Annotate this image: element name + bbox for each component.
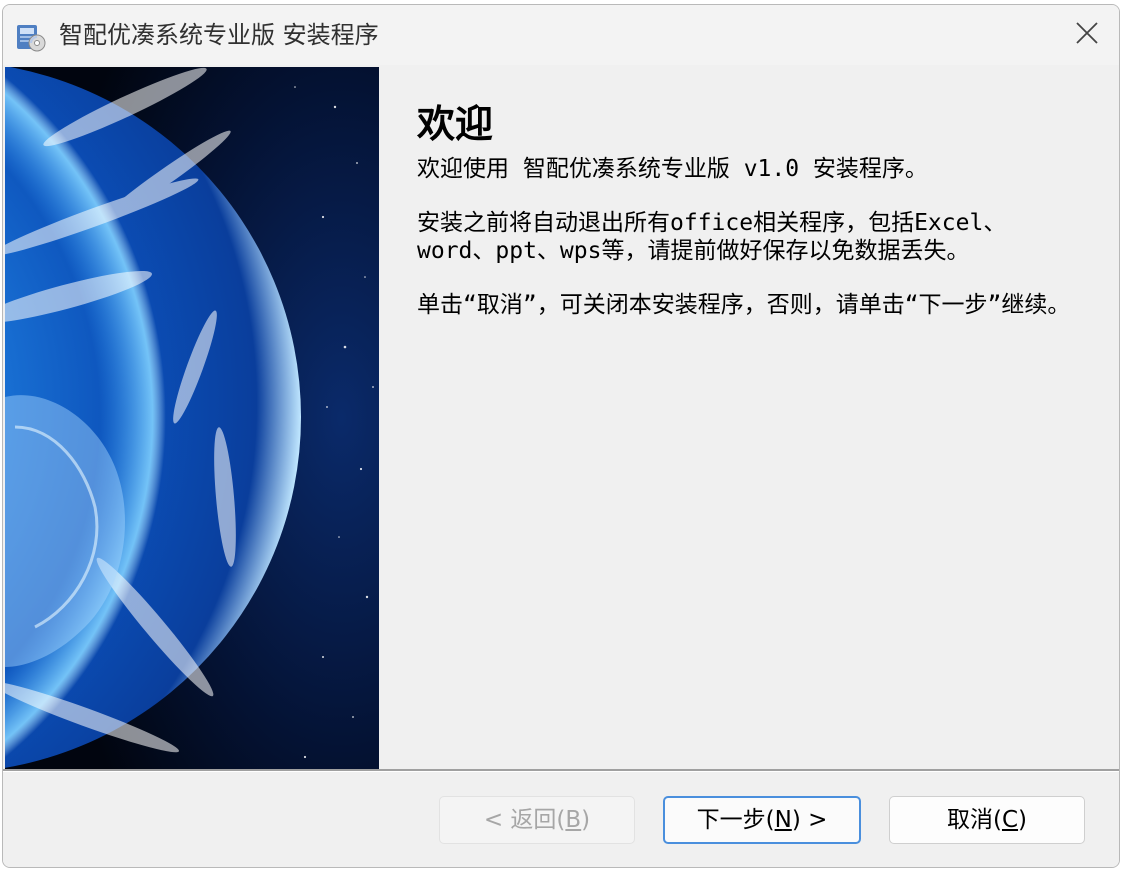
earth-illustration (5, 67, 379, 769)
content-panel: 欢迎 欢迎使用 智配优凑系统专业版 v1.0 安装程序。 安装之前将自动退出所有… (379, 67, 1119, 769)
instruction-text: 单击“取消”，可关闭本安装程序，否则，请单击“下一步”继续。 (417, 292, 1071, 318)
window-title: 智配优凑系统专业版 安装程序 (59, 21, 379, 49)
welcome-text: 欢迎使用 智配优凑系统专业版 v1.0 安装程序。 (417, 156, 928, 182)
welcome-heading: 欢迎 (417, 101, 494, 146)
next-button[interactable]: 下一步(N) > (663, 796, 861, 844)
close-icon (1074, 20, 1100, 50)
back-button[interactable]: < 返回(B) (439, 796, 635, 844)
close-button[interactable] (1055, 5, 1119, 65)
office-warning-text: 安装之前将自动退出所有office相关程序，包括Excel、word、ppt、w… (417, 210, 1007, 264)
installer-icon (15, 21, 47, 53)
title-bar[interactable]: 智配优凑系统专业版 安装程序 (3, 5, 1119, 65)
button-bar: < 返回(B) 下一步(N) > 取消(C) (3, 772, 1119, 867)
cancel-button[interactable]: 取消(C) (889, 796, 1085, 844)
banner-image (5, 67, 379, 769)
installer-window: 智配优凑系统专业版 安装程序 欢迎 欢迎使用 智配优凑系统专业版 v1.0 安装… (2, 4, 1120, 868)
